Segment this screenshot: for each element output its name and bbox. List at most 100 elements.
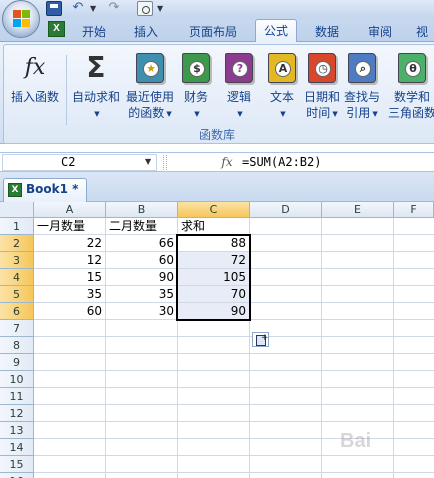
table-row: 12 60 72	[34, 252, 434, 269]
chevron-down-icon: ▼	[166, 109, 172, 118]
cell-d1[interactable]	[250, 218, 322, 234]
cell-e2[interactable]	[322, 235, 394, 251]
row-header-11[interactable]: 11	[0, 388, 34, 405]
row-header-3[interactable]: 3	[0, 252, 34, 269]
cell-d2[interactable]	[250, 235, 322, 251]
tab-page-layout[interactable]: 页面布局	[178, 22, 248, 42]
row-header-7[interactable]: 7	[0, 320, 34, 337]
autosum-button[interactable]: Σ 自动求和 ▼	[68, 53, 124, 122]
cell-d6[interactable]	[250, 303, 322, 319]
cell-b1[interactable]: 二月数量	[106, 218, 178, 234]
cell-c1[interactable]: 求和	[178, 218, 250, 234]
cell-e3[interactable]	[322, 252, 394, 268]
undo-dropdown-icon[interactable]: ▼	[90, 4, 96, 13]
save-icon[interactable]	[46, 1, 62, 16]
cell-c4[interactable]: 105	[178, 269, 250, 285]
table-row	[34, 371, 434, 388]
row-header-2[interactable]: 2	[0, 235, 34, 252]
date-time-button[interactable]: ◷ 日期和 时间 ▼	[302, 53, 342, 122]
cell-b3[interactable]: 60	[106, 252, 178, 268]
undo-icon[interactable]: ↶	[70, 1, 86, 16]
cell-a6[interactable]: 60	[34, 303, 106, 319]
chevron-down-icon: ▼	[372, 109, 378, 118]
chevron-down-icon: ▼	[94, 109, 100, 118]
lookup-reference-button[interactable]: ⌕ 查找与 引用 ▼	[342, 53, 382, 122]
row-header-15[interactable]: 15	[0, 456, 34, 473]
formula-bar-splitter[interactable]	[163, 155, 167, 170]
cell-b6[interactable]: 30	[106, 303, 178, 319]
row-header-6[interactable]: 6	[0, 303, 34, 320]
cell-d5[interactable]	[250, 286, 322, 302]
cell-c3[interactable]: 72	[178, 252, 250, 268]
tab-home[interactable]: 开始	[72, 22, 116, 42]
cell-e6[interactable]	[322, 303, 394, 319]
row-header-13[interactable]: 13	[0, 422, 34, 439]
cell-e1[interactable]	[322, 218, 394, 234]
math-book-icon: θ	[398, 53, 426, 83]
cell-a5[interactable]: 35	[34, 286, 106, 302]
table-row	[34, 439, 434, 456]
insert-function-button[interactable]: fx 插入函数	[6, 53, 64, 105]
tab-review[interactable]: 审阅	[358, 22, 402, 42]
column-header-a[interactable]: A	[34, 202, 106, 218]
fx-icon: fx	[24, 55, 46, 80]
insert-function-fx-button[interactable]: fx	[216, 154, 238, 171]
formula-input[interactable]: =SUM(A2:B2)	[242, 154, 432, 171]
office-button[interactable]	[2, 0, 40, 38]
financial-button[interactable]: $ 财务 ▼	[176, 53, 216, 122]
row-header-10[interactable]: 10	[0, 371, 34, 388]
formula-bar: C2 ▼ fx =SUM(A2:B2)	[0, 152, 434, 172]
cell-b4[interactable]: 90	[106, 269, 178, 285]
row-header-4[interactable]: 4	[0, 269, 34, 286]
cell-c5[interactable]: 70	[178, 286, 250, 302]
row-header-1[interactable]: 1	[0, 218, 34, 235]
table-row: 35 35 70	[34, 286, 434, 303]
gridline	[249, 218, 250, 478]
date-time-label-1: 日期和	[303, 90, 340, 104]
table-row: 一月数量 二月数量 求和	[34, 218, 434, 235]
cell-a2[interactable]: 22	[34, 235, 106, 251]
tab-insert[interactable]: 插入	[124, 22, 168, 42]
math-trig-button[interactable]: θ 数学和 三角函数	[386, 53, 434, 121]
row-header-9[interactable]: 9	[0, 354, 34, 371]
row-header-16[interactable]: 16	[0, 473, 34, 478]
qat-customize-icon[interactable]: ▼	[157, 4, 163, 13]
table-row	[34, 422, 434, 439]
function-library-label: 函数库	[198, 128, 235, 142]
tab-view[interactable]: 视	[410, 22, 434, 42]
cell-a4[interactable]: 15	[34, 269, 106, 285]
text-button[interactable]: A 文本 ▼	[262, 53, 302, 122]
cell-a1[interactable]: 一月数量	[34, 218, 106, 234]
redo-icon[interactable]: ↷	[106, 1, 122, 16]
tab-data[interactable]: 数据	[305, 22, 349, 42]
column-header-f[interactable]: F	[394, 202, 434, 218]
print-preview-icon[interactable]	[137, 1, 153, 16]
tab-formulas[interactable]: 公式	[255, 19, 297, 43]
column-header-c[interactable]: C	[178, 202, 250, 218]
cell-d3[interactable]	[250, 252, 322, 268]
cell-e5[interactable]	[322, 286, 394, 302]
column-header-e[interactable]: E	[322, 202, 394, 218]
workbook-tab[interactable]: X Book1 *	[3, 178, 87, 202]
cell-c2[interactable]: 88	[178, 235, 250, 251]
cell-a3[interactable]: 12	[34, 252, 106, 268]
row-header-14[interactable]: 14	[0, 439, 34, 456]
select-all-corner[interactable]	[0, 202, 34, 218]
cell-c6[interactable]: 90	[178, 303, 250, 319]
cell-e4[interactable]	[322, 269, 394, 285]
name-box-dropdown-icon[interactable]: ▼	[145, 157, 151, 166]
cell-b5[interactable]: 35	[106, 286, 178, 302]
row-header-8[interactable]: 8	[0, 337, 34, 354]
row-header-5[interactable]: 5	[0, 286, 34, 303]
recent-functions-button[interactable]: ★ 最近使用 的函数 ▼	[122, 53, 178, 122]
logical-button[interactable]: ? 逻辑 ▼	[219, 53, 259, 122]
name-box[interactable]: C2	[2, 154, 157, 171]
column-header-d[interactable]: D	[250, 202, 322, 218]
recent-functions-label-1: 最近使用	[125, 90, 174, 104]
table-row	[34, 388, 434, 405]
row-header-12[interactable]: 12	[0, 405, 34, 422]
auto-fill-options-icon[interactable]	[252, 332, 269, 347]
cell-d4[interactable]	[250, 269, 322, 285]
column-header-b[interactable]: B	[106, 202, 178, 218]
cell-b2[interactable]: 66	[106, 235, 178, 251]
